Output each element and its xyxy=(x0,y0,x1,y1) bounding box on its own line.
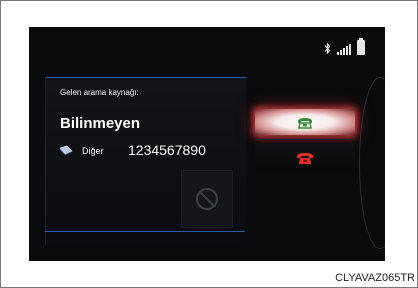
incoming-call-panel: Gelen arama kaynağı: Bilinmeyen Diğer 12… xyxy=(45,77,246,246)
battery-icon xyxy=(357,38,365,55)
phone-hangup-icon xyxy=(297,153,313,164)
status-bar xyxy=(324,38,365,55)
prohibited-icon xyxy=(196,188,218,210)
button-divider xyxy=(255,139,355,140)
illustration-frame: Gelen arama kaynağı: Bilinmeyen Diğer 12… xyxy=(0,0,418,288)
caller-name: Bilinmeyen xyxy=(60,115,141,132)
panel-bottom-line xyxy=(45,231,245,232)
phone-type-label: Diğer xyxy=(82,146,104,156)
phone-book-icon xyxy=(59,145,73,155)
answer-call-button[interactable] xyxy=(255,109,355,135)
bluetooth-icon xyxy=(324,42,331,55)
mute-button[interactable] xyxy=(181,170,233,228)
phone-number: 1234567890 xyxy=(128,142,206,158)
decline-call-button[interactable] xyxy=(255,143,355,171)
phone-handset-icon xyxy=(298,118,312,129)
image-code: CLYAVAZ065TR xyxy=(335,272,415,284)
panel-title: Gelen arama kaynağı: xyxy=(60,88,139,97)
signal-icon xyxy=(337,43,351,55)
decorative-arc xyxy=(359,77,385,249)
display-screen: Gelen arama kaynağı: Bilinmeyen Diğer 12… xyxy=(29,27,385,261)
